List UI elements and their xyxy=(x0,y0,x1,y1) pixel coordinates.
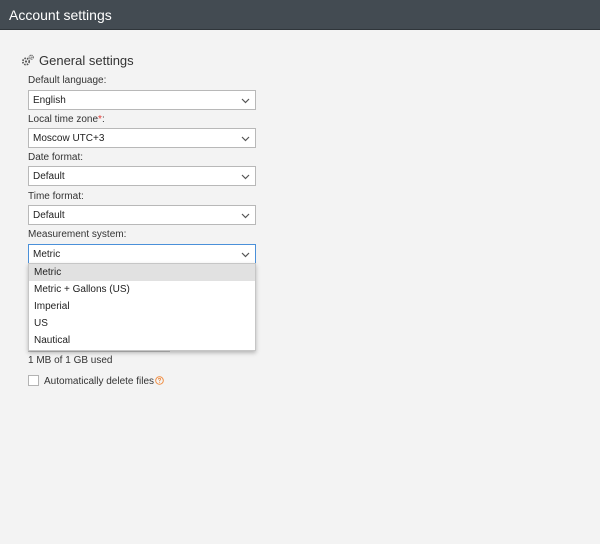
dropdown-option-imperial[interactable]: Imperial xyxy=(29,298,255,315)
time-format-label: Time format: xyxy=(28,191,84,202)
time-zone-label: Local time zone*: xyxy=(28,114,105,125)
time-zone-value: Moscow UTC+3 xyxy=(33,133,105,144)
time-format-select[interactable]: Default xyxy=(28,205,256,225)
time-zone-label-text: Local time zone xyxy=(28,114,99,125)
measurement-system-value: Metric xyxy=(33,249,61,260)
time-zone-select[interactable]: Moscow UTC+3 xyxy=(28,128,256,148)
auto-delete-checkbox[interactable] xyxy=(28,375,39,386)
option-label: Nautical xyxy=(34,335,71,346)
option-label: Metric + Gallons (US) xyxy=(34,284,130,295)
option-label: Metric xyxy=(34,267,62,278)
chevron-down-icon xyxy=(241,98,250,104)
measurement-system-select[interactable]: Metric xyxy=(28,244,256,264)
default-language-select[interactable]: English xyxy=(28,90,256,110)
dropdown-option-metric-gallons[interactable]: Metric + Gallons (US) xyxy=(29,281,255,298)
date-format-select[interactable]: Default xyxy=(28,166,256,186)
chevron-down-icon xyxy=(241,213,250,219)
page-title: Account settings xyxy=(9,7,112,23)
dropdown-option-nautical[interactable]: Nautical xyxy=(29,332,255,349)
date-format-label: Date format: xyxy=(28,152,84,163)
dropdown-option-us[interactable]: US xyxy=(29,315,255,332)
dropdown-option-metric[interactable]: Metric xyxy=(29,264,255,281)
title-bar: Account settings xyxy=(0,0,600,30)
date-format-value: Default xyxy=(33,171,65,182)
option-label: US xyxy=(34,318,48,329)
gears-icon xyxy=(21,54,34,66)
chevron-down-icon xyxy=(241,136,250,142)
default-language-label: Default language: xyxy=(28,75,107,86)
section-header-general: General settings xyxy=(21,52,134,68)
measurement-system-label: Measurement system: xyxy=(28,229,127,240)
option-label: Imperial xyxy=(34,301,70,312)
default-language-value: English xyxy=(33,95,66,106)
auto-delete-label[interactable]: Automatically delete files xyxy=(44,376,154,387)
chevron-down-icon xyxy=(241,252,250,258)
measurement-system-dropdown: Metric Metric + Gallons (US) Imperial US… xyxy=(28,263,256,351)
time-format-value: Default xyxy=(33,210,65,221)
storage-usage-text: 1 MB of 1 GB used xyxy=(28,355,113,366)
chevron-down-icon xyxy=(241,174,250,180)
section-title: General settings xyxy=(39,52,134,68)
time-zone-label-suffix: : xyxy=(101,114,105,125)
question-circle-icon[interactable] xyxy=(155,376,164,385)
